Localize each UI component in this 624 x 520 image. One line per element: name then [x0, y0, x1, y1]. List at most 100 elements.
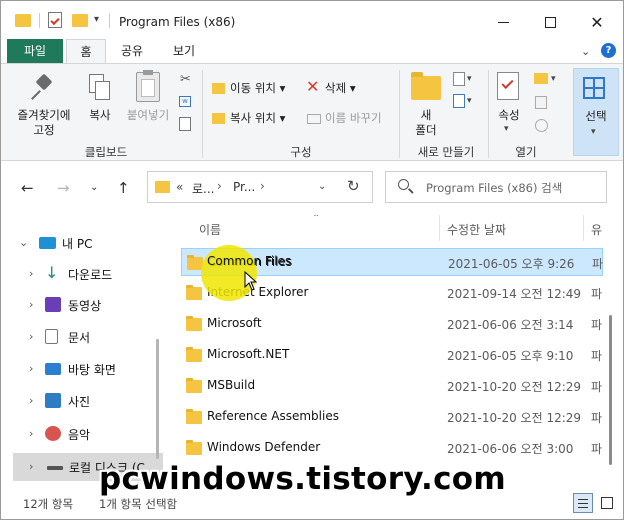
breadcrumb-chevron-icon[interactable]: › — [260, 179, 265, 193]
file-date: 2021-06-05 오후 9:10 — [447, 349, 574, 363]
new-folder-icon[interactable] — [411, 72, 441, 100]
expand-chevron-icon[interactable]: › — [29, 362, 33, 375]
column-header-name[interactable]: 이름 — [199, 221, 221, 238]
navigation-pane-scrollbar[interactable] — [156, 339, 159, 459]
breadcrumb-local-disk[interactable]: 로... — [192, 180, 214, 197]
file-date: 2021-10-20 오전 12:29 — [447, 380, 582, 394]
paste-shortcut-icon[interactable] — [179, 117, 191, 131]
expand-chevron-icon[interactable]: › — [29, 330, 33, 343]
address-dropdown-icon[interactable]: ⌄ — [318, 181, 326, 192]
expand-chevron-icon[interactable]: › — [29, 267, 33, 280]
search-box[interactable]: Program Files (x86) 검색 — [385, 171, 607, 203]
move-to-button[interactable]: 이동 위치 ▾ — [230, 81, 285, 96]
edit-icon[interactable] — [535, 96, 547, 109]
expand-chevron-icon[interactable]: › — [29, 460, 33, 473]
search-placeholder: Program Files (x86) 검색 — [426, 181, 563, 195]
copy-button[interactable]: 복사 — [83, 108, 117, 123]
file-row[interactable]: Microsoft.NET 2021-06-05 오후 9:10 파 — [181, 341, 603, 369]
file-row[interactable]: Windows Defender 2021-06-06 오전 3:00 파 — [181, 434, 603, 462]
paste-button[interactable]: 붙여넣기 — [121, 108, 175, 123]
tree-item-this-pc[interactable]: ⌄ 내 PC — [1, 229, 163, 257]
pin-icon[interactable] — [31, 73, 54, 102]
new-folder-quick-icon[interactable] — [72, 14, 88, 27]
quick-access-dropdown-icon[interactable]: ▾ — [94, 14, 99, 25]
expand-chevron-icon[interactable]: › — [29, 427, 33, 440]
help-icon[interactable]: ? — [601, 43, 616, 58]
breadcrumb-overflow[interactable]: « — [176, 180, 183, 194]
ribbon-collapse-icon[interactable]: ⌄ — [581, 45, 590, 58]
new-item-icon[interactable] — [453, 72, 465, 86]
ribbon-tabs: 파일 홈 공유 보기 ⌄ ? — [1, 39, 623, 64]
move-to-label: 이동 위치 — [230, 81, 276, 95]
group-label-open: 열기 — [515, 145, 537, 159]
address-folder-icon — [155, 181, 170, 193]
tab-file[interactable]: 파일 — [7, 39, 63, 63]
easy-access-icon[interactable] — [453, 94, 465, 108]
open-dropdown-icon[interactable]: ▾ — [551, 74, 556, 84]
back-arrow-icon[interactable]: ← — [21, 179, 34, 197]
close-button[interactable]: ✕ — [583, 9, 611, 35]
file-type: 파 — [591, 287, 603, 301]
file-list-scrollbar[interactable] — [609, 315, 612, 465]
tree-item-desktop[interactable]: › 바탕 화면 — [1, 355, 163, 383]
large-icons-view-button[interactable] — [597, 493, 617, 513]
file-type: 파 — [591, 411, 603, 425]
pin-to-quick-access-button[interactable]: 즐겨찾기에 고정 — [7, 108, 81, 138]
refresh-icon[interactable]: ↻ — [347, 177, 360, 195]
maximize-button[interactable] — [536, 9, 564, 35]
copy-path-icon[interactable]: w — [179, 96, 191, 107]
address-bar[interactable]: « 로... › Pr... › ⌄ ↻ — [147, 171, 373, 203]
ribbon-home: 즐겨찾기에 고정 복사 붙여넣기 ✂ w 클립보드 이동 위치 ▾ 복사 위치 … — [1, 63, 623, 161]
tab-home[interactable]: 홈 — [66, 39, 106, 64]
paste-icon[interactable] — [136, 70, 160, 102]
column-divider[interactable] — [583, 215, 584, 241]
forward-arrow-icon[interactable]: → — [57, 179, 70, 197]
rename-icon — [307, 114, 321, 124]
tree-item-documents[interactable]: › 문서 — [1, 323, 163, 351]
properties-button[interactable]: 속성 — [491, 108, 527, 123]
column-header-type[interactable]: 유 — [591, 221, 602, 238]
new-folder-button[interactable]: 새 폴더 — [406, 108, 446, 138]
move-to-icon — [212, 83, 225, 94]
file-date: 2021-06-06 오전 3:14 — [447, 318, 574, 332]
properties-icon[interactable] — [497, 72, 519, 100]
rename-button[interactable]: 이름 바꾸기 — [325, 111, 382, 126]
tree-item-downloads[interactable]: › ↓ 다운로드 — [1, 260, 163, 288]
tree-item-videos[interactable]: › 동영상 — [1, 291, 163, 319]
file-row[interactable]: Microsoft 2021-06-06 오전 3:14 파 — [181, 310, 603, 338]
copy-icon[interactable] — [89, 74, 111, 102]
file-row[interactable]: Reference Assemblies 2021-10-20 오전 12:29… — [181, 403, 603, 431]
tab-view[interactable]: 보기 — [161, 39, 207, 63]
copy-to-button[interactable]: 복사 위치 ▾ — [230, 111, 285, 126]
history-icon[interactable] — [535, 119, 548, 132]
tree-item-music[interactable]: › 음악 — [1, 420, 163, 448]
new-item-dropdown-icon[interactable]: ▾ — [467, 74, 472, 84]
properties-dropdown-icon[interactable]: ▾ — [504, 124, 509, 134]
select-button[interactable]: 선택 ▾ — [573, 68, 619, 156]
collapse-chevron-icon[interactable]: ⌄ — [19, 236, 28, 249]
watermark: pcwindows.tistory.com — [99, 461, 506, 497]
file-row[interactable]: MSBuild 2021-10-20 오전 12:29 파 — [181, 372, 603, 400]
select-label: 선택 — [585, 109, 607, 123]
properties-quick-icon[interactable] — [48, 12, 62, 28]
easy-access-dropdown-icon[interactable]: ▾ — [467, 96, 472, 106]
recent-locations-icon[interactable]: ⌄ — [90, 182, 98, 193]
breadcrumb-chevron-icon[interactable]: › — [217, 179, 222, 193]
minimize-button[interactable] — [489, 9, 517, 35]
folder-icon — [186, 440, 202, 455]
open-icon[interactable] — [534, 73, 548, 84]
delete-button[interactable]: 삭제 ▾ — [325, 81, 356, 96]
up-arrow-icon[interactable]: ↑ — [117, 179, 130, 197]
tree-item-pictures[interactable]: › 사진 — [1, 387, 163, 415]
tab-share[interactable]: 공유 — [109, 39, 155, 63]
details-view-button[interactable] — [573, 493, 593, 513]
breadcrumb-program-files[interactable]: Pr... — [233, 180, 255, 194]
tree-item-label: 바탕 화면 — [68, 363, 116, 377]
expand-chevron-icon[interactable]: › — [29, 394, 33, 407]
download-icon: ↓ — [45, 263, 59, 282]
cut-icon[interactable]: ✂ — [180, 72, 191, 87]
expand-chevron-icon[interactable]: › — [29, 298, 33, 311]
column-divider[interactable] — [439, 215, 440, 241]
tree-item-label: 사진 — [68, 395, 91, 409]
column-header-date-modified[interactable]: 수정한 날짜 — [447, 221, 506, 238]
